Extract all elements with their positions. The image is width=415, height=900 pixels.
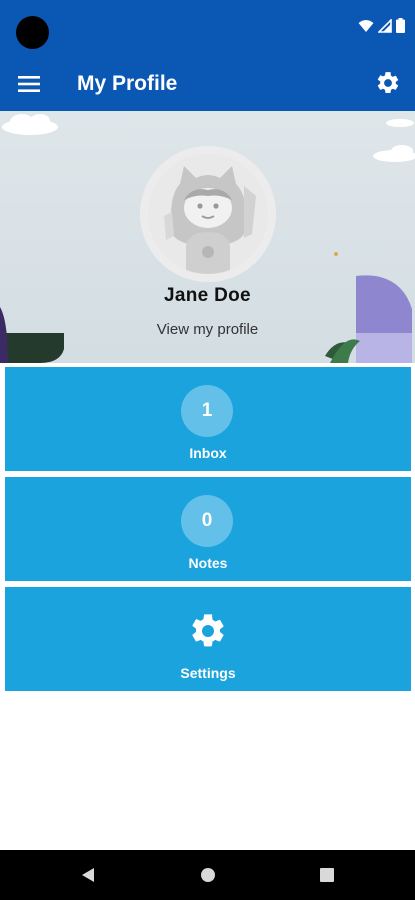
gear-icon: [377, 72, 399, 93]
astro-avatar-icon: [148, 154, 268, 274]
camera-cutout: [16, 16, 49, 49]
menu-button[interactable]: [14, 70, 44, 98]
page-title: My Profile: [77, 72, 178, 95]
notes-label: Notes: [188, 555, 228, 571]
cell-signal-icon: [378, 18, 392, 33]
home-button[interactable]: [196, 863, 220, 887]
status-bar: [0, 0, 415, 56]
back-button[interactable]: [76, 863, 100, 887]
system-nav-bar: [0, 850, 415, 900]
wifi-icon: [358, 19, 374, 32]
notes-count-badge: 0: [181, 495, 233, 547]
gear-icon: [192, 614, 224, 647]
inbox-label: Inbox: [189, 445, 227, 461]
hamburger-menu-icon: [18, 76, 40, 92]
battery-icon: [396, 18, 405, 33]
settings-label: Settings: [180, 665, 236, 681]
settings-button[interactable]: [373, 68, 403, 98]
user-name: Jane Doe: [164, 285, 251, 306]
home-circle-icon: [201, 868, 215, 882]
inbox-count-badge: 1: [181, 385, 233, 437]
view-profile-link[interactable]: View my profile: [0, 321, 415, 338]
profile-header: Jane Doe View my profile: [0, 111, 415, 363]
settings-tile[interactable]: Settings: [5, 587, 411, 691]
recents-button[interactable]: [315, 863, 339, 887]
app-bar: My Profile: [0, 56, 415, 111]
recents-square-icon: [320, 868, 334, 882]
status-icons: [358, 18, 405, 33]
inbox-tile[interactable]: 1 Inbox: [5, 367, 411, 471]
back-triangle-icon: [82, 868, 94, 882]
avatar[interactable]: [140, 146, 276, 282]
notes-tile[interactable]: 0 Notes: [5, 477, 411, 581]
